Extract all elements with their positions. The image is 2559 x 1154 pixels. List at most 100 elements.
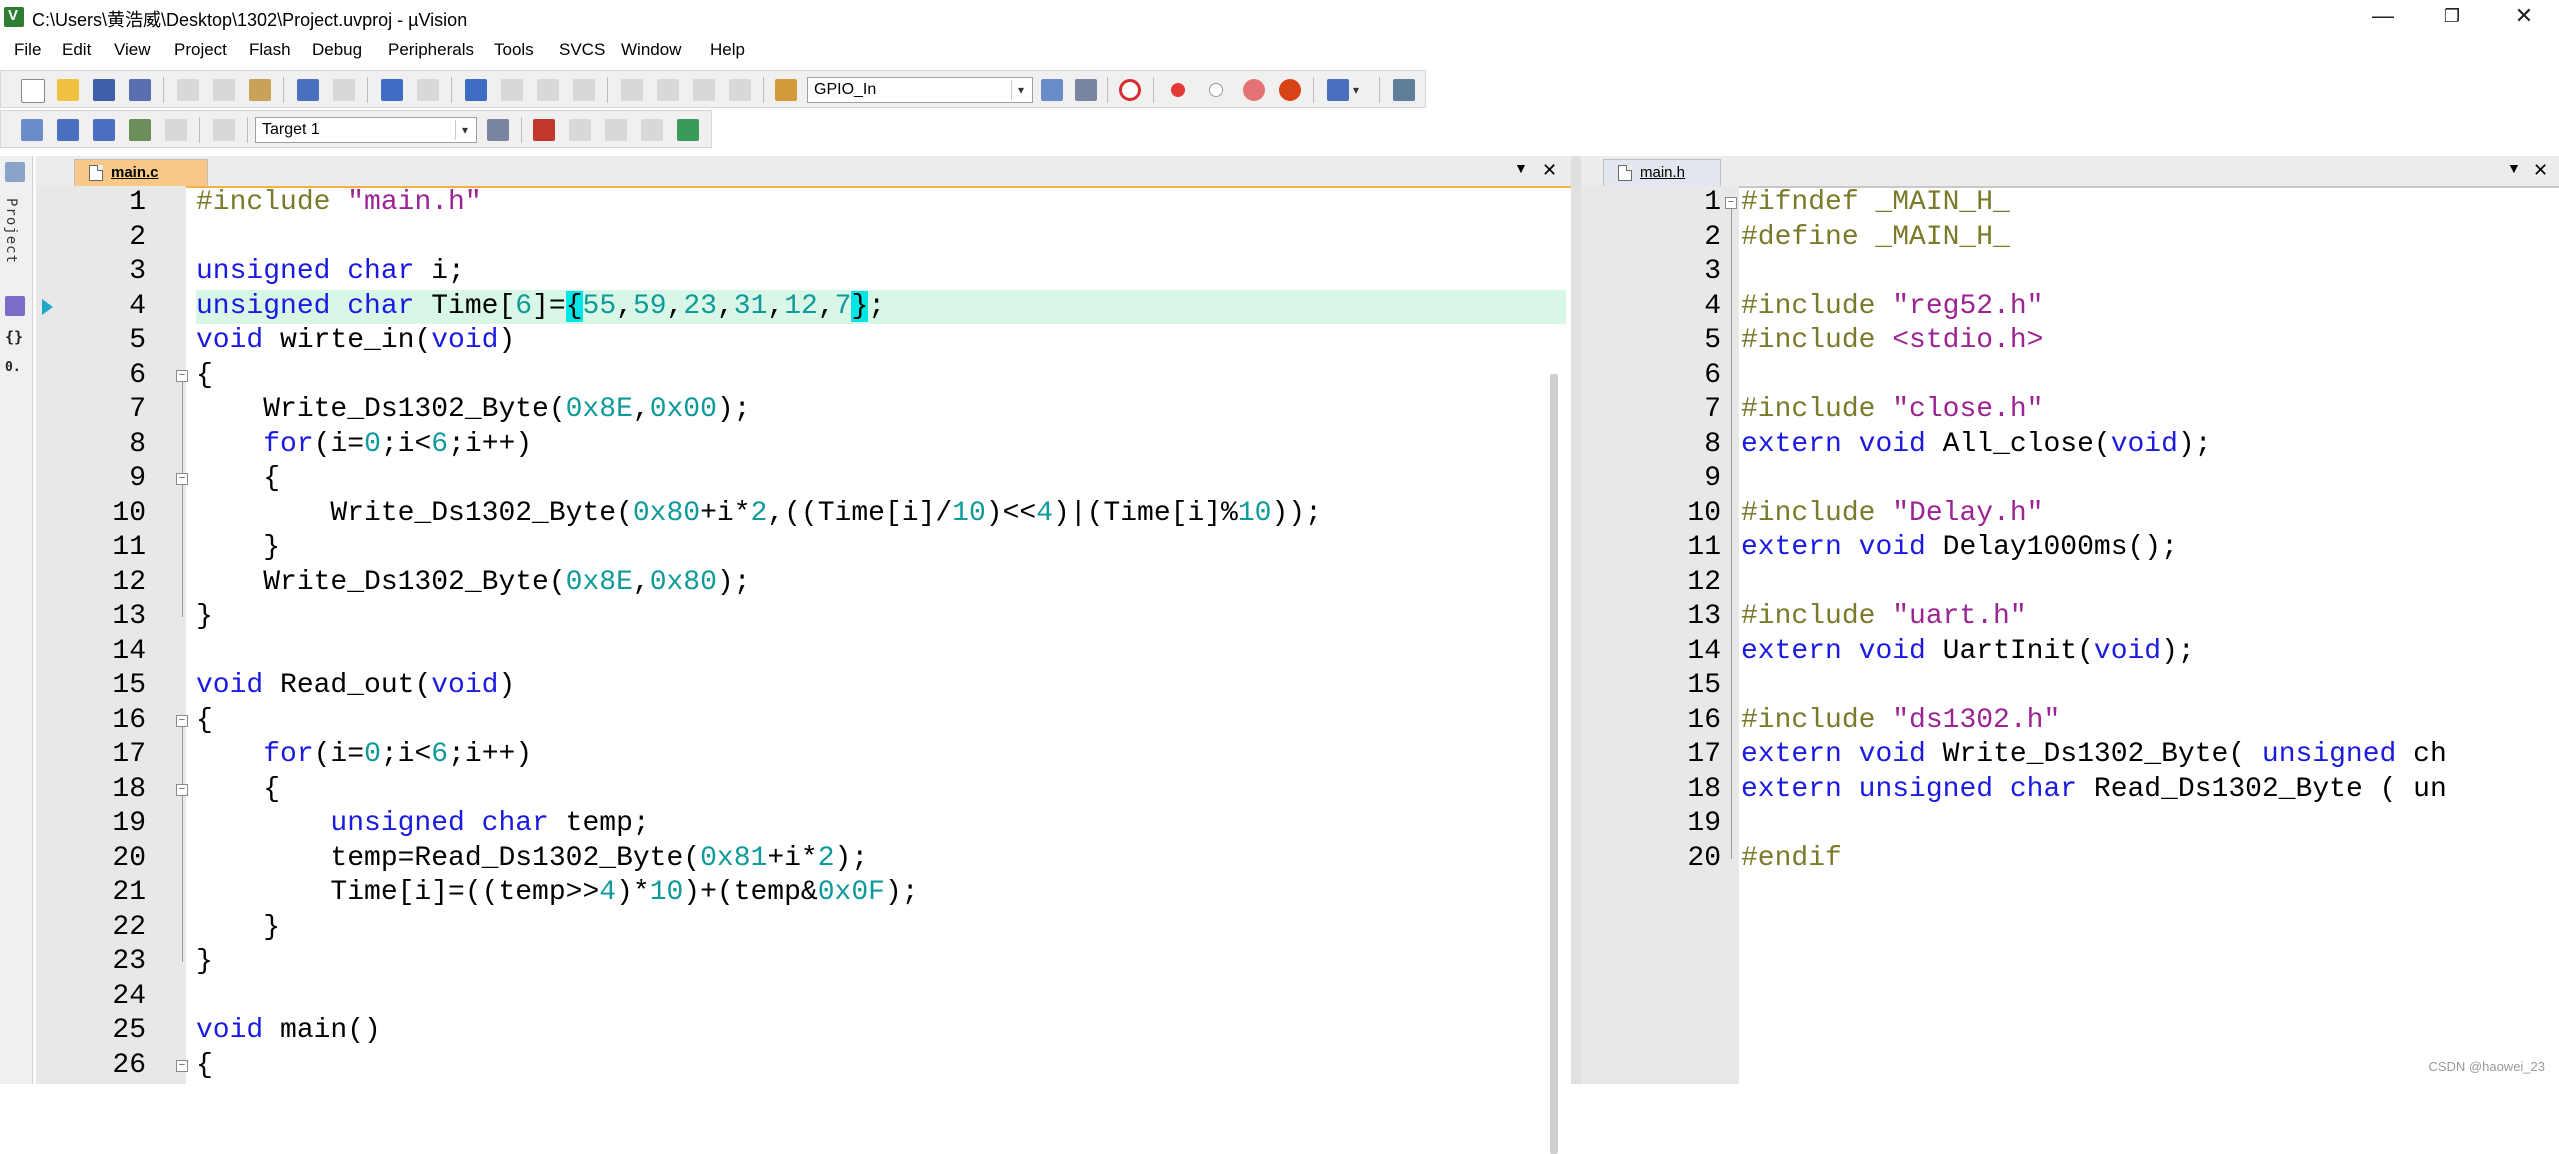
navigate-forward-icon[interactable] [417, 79, 439, 101]
tab-main-c[interactable]: main.c [74, 159, 208, 186]
tab-list-dropdown-icon[interactable]: ▼ [2507, 160, 2521, 176]
code-line[interactable]: unsigned char Time[6]={55,59,23,31,12,7}… [196, 289, 1566, 324]
code-line[interactable] [196, 221, 1566, 256]
code-line[interactable]: } [196, 945, 1566, 980]
configure-wrench-icon[interactable] [1393, 79, 1415, 101]
undo-icon[interactable] [297, 79, 319, 101]
code-line[interactable]: extern void Write_Ds1302_Byte( unsigned … [1741, 738, 2559, 773]
code-line[interactable]: #include "reg52.h" [1741, 290, 2559, 325]
translate-icon[interactable] [21, 119, 43, 141]
rebuild-icon[interactable] [93, 119, 115, 141]
vertical-scrollbar[interactable] [1550, 374, 1558, 1154]
code-line[interactable]: #include "Delay.h" [1741, 497, 2559, 532]
target-combo[interactable]: Target 1 ▾ [255, 117, 477, 143]
code-line[interactable]: extern unsigned char Read_Ds1302_Byte ( … [1741, 773, 2559, 808]
menu-flash[interactable]: Flash [249, 40, 291, 60]
code-line[interactable]: #include <stdio.h> [1741, 324, 2559, 359]
incremental-find-icon[interactable] [1075, 79, 1097, 101]
code-line[interactable]: void Read_out(void) [196, 669, 1566, 704]
code-line[interactable]: { [196, 462, 1566, 497]
project-panel-label[interactable]: Project [3, 198, 19, 264]
code-line[interactable]: unsigned char i; [196, 255, 1566, 290]
chevron-down-icon[interactable]: ▾ [455, 120, 474, 140]
disable-breakpoint-icon[interactable] [1209, 83, 1223, 97]
paste-icon[interactable] [249, 79, 271, 101]
redo-icon[interactable] [333, 79, 355, 101]
code-line[interactable]: } [196, 911, 1566, 946]
code-area-main-c[interactable]: #include "main.h" unsigned char i; unsigne… [196, 186, 1566, 1084]
code-line[interactable] [1741, 566, 2559, 601]
code-line[interactable]: extern void All_close(void); [1741, 428, 2559, 463]
functions-icon[interactable]: {} [5, 328, 23, 346]
menu-debug[interactable]: Debug [312, 40, 362, 60]
uncomment-icon[interactable] [729, 79, 751, 101]
tab-main-h[interactable]: main.h [1603, 159, 1721, 186]
maximize-button[interactable]: ❐ [2420, 0, 2484, 34]
window-layout-icon[interactable] [1327, 79, 1349, 101]
download-icon[interactable] [213, 119, 235, 141]
tab-list-dropdown-icon[interactable]: ▼ [1514, 160, 1528, 176]
fold-toggle-icon[interactable]: − [176, 369, 188, 382]
clear-bookmarks-icon[interactable] [573, 79, 595, 101]
comment-icon[interactable] [693, 79, 715, 101]
code-line[interactable]: void main() [196, 1014, 1566, 1049]
code-line[interactable]: #ifndef _MAIN_H_ [1741, 186, 2559, 221]
batch-build-icon[interactable] [129, 119, 151, 141]
code-line[interactable]: { [196, 1049, 1566, 1084]
next-bookmark-icon[interactable] [537, 79, 559, 101]
code-line[interactable] [1741, 359, 2559, 394]
software-packs-icon[interactable] [641, 119, 663, 141]
fold-toggle-icon[interactable]: − [176, 783, 188, 796]
rte-icon[interactable] [605, 119, 627, 141]
save-icon[interactable] [93, 79, 115, 101]
code-line[interactable]: Time[i]=((temp>>4)*10)+(temp&0x0F); [196, 876, 1566, 911]
menu-window[interactable]: Window [621, 40, 681, 60]
close-tab-icon[interactable]: ✕ [1542, 160, 1557, 181]
stop-build-icon[interactable] [165, 119, 187, 141]
menu-file[interactable]: File [14, 40, 41, 60]
code-line[interactable]: #include "main.h" [196, 186, 1566, 221]
pack-installer-icon[interactable] [677, 119, 699, 141]
code-line[interactable]: Write_Ds1302_Byte(0x8E,0x00); [196, 393, 1566, 428]
indent-icon[interactable] [621, 79, 643, 101]
menu-svcs[interactable]: SVCS [559, 40, 605, 60]
code-line[interactable]: #endif [1741, 842, 2559, 877]
new-file-icon[interactable] [21, 79, 45, 103]
minimize-button[interactable]: — [2351, 0, 2415, 34]
code-line[interactable]: #include "close.h" [1741, 393, 2559, 428]
close-button[interactable]: ✕ [2492, 0, 2556, 34]
breakpoint-icon[interactable] [1171, 83, 1185, 97]
code-line[interactable] [1741, 462, 2559, 497]
menu-view[interactable]: View [114, 40, 151, 60]
code-line[interactable]: unsigned char temp; [196, 807, 1566, 842]
fold-toggle-icon[interactable]: − [176, 473, 188, 485]
code-line[interactable]: { [196, 359, 1566, 394]
find-in-files-icon[interactable] [775, 79, 797, 101]
code-line[interactable]: } [196, 600, 1566, 635]
menu-project[interactable]: Project [174, 40, 227, 60]
project-window-icon[interactable] [5, 162, 25, 182]
find-icon[interactable] [1041, 79, 1063, 101]
navigate-back-icon[interactable] [381, 79, 403, 101]
menu-peripherals[interactable]: Peripherals [388, 40, 474, 60]
save-all-icon[interactable] [129, 79, 151, 101]
cut-icon[interactable] [177, 79, 199, 101]
templates-icon[interactable]: 0. [5, 360, 21, 375]
code-area-main-h[interactable]: #ifndef _MAIN_H_ #define _MAIN_H_ #include… [1741, 186, 2559, 1084]
debug-session-icon[interactable] [1119, 79, 1141, 101]
unindent-icon[interactable] [657, 79, 679, 101]
code-line[interactable] [1741, 807, 2559, 842]
code-line[interactable] [196, 980, 1566, 1015]
code-line[interactable]: temp=Read_Ds1302_Byte(0x81+i*2); [196, 842, 1566, 877]
code-line[interactable]: Write_Ds1302_Byte(0x8E,0x80); [196, 566, 1566, 601]
code-line[interactable]: } [196, 531, 1566, 566]
layout-dropdown-icon[interactable]: ▾ [1353, 79, 1365, 101]
code-line[interactable]: { [196, 704, 1566, 739]
target-options-icon[interactable] [487, 119, 509, 141]
code-line[interactable]: #define _MAIN_H_ [1741, 221, 2559, 256]
open-folder-icon[interactable] [57, 79, 79, 101]
disable-all-breakpoints-icon[interactable] [1243, 79, 1265, 101]
code-line[interactable] [196, 635, 1566, 670]
select-packs-icon[interactable] [569, 119, 591, 141]
find-combo[interactable]: GPIO_In ▾ [807, 77, 1033, 103]
